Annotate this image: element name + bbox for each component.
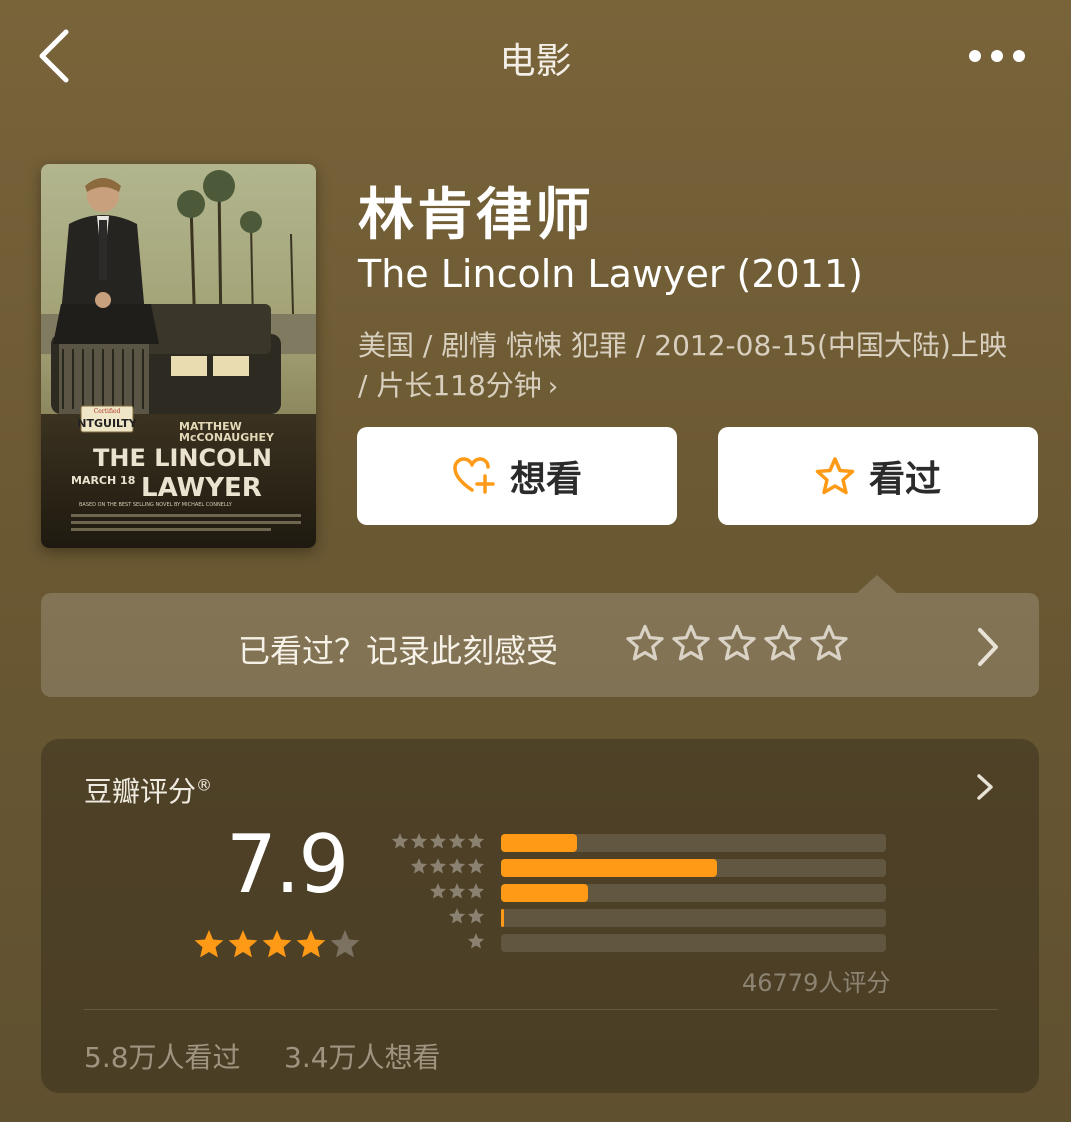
small-star-icon [429,858,447,874]
distribution-stars [391,832,485,850]
small-star-icon [410,833,428,849]
star-filled-icon [262,930,292,958]
want-to-watch-label: 想看 [509,459,582,500]
distribution-bar-track [501,909,886,927]
record-star-rating[interactable] [626,624,848,662]
record-chevron-icon[interactable] [972,622,1002,672]
distribution-row-5 [390,832,890,854]
star-filled-icon [296,930,326,958]
small-star-icon [448,833,466,849]
want-count[interactable]: 3.4万人想看 [284,1036,441,1076]
poster-title-line2: LAWYER [141,473,262,503]
watched-button[interactable]: 看过 [718,427,1038,525]
record-star-icon[interactable] [810,624,848,662]
rating-chevron-icon[interactable] [972,772,998,802]
distribution-row-2 [390,907,890,929]
poster-plate-top: Certified [94,408,121,415]
distribution-stars [429,882,485,900]
score-stars [193,928,361,960]
watched-label: 看过 [868,459,941,500]
distribution-row-1 [390,932,890,954]
divider [84,1009,998,1010]
rating-count: 46779人评分 [742,969,891,997]
small-star-icon [448,858,466,874]
star-filled-icon [194,930,224,958]
poster-plate: NTGUILTY [77,417,137,430]
distribution-stars [448,907,485,925]
distribution-row-3 [390,882,890,904]
want-to-watch-button[interactable]: 想看 [357,427,677,525]
poster-credits: BASED ON THE BEST SELLING NOVEL BY MICHA… [79,502,233,508]
poster-date: MARCH 18 [71,474,135,487]
seen-count[interactable]: 5.8万人看过 [84,1036,241,1076]
movie-poster[interactable]: Certified NTGUILTY MATTHEW McCONAUGHEY T… [41,164,316,548]
distribution-bar-track [501,834,886,852]
distribution-bar-fill [501,909,505,927]
poster-image: Certified NTGUILTY MATTHEW McCONAUGHEY T… [41,164,316,548]
heart-plus-icon [453,457,495,494]
movie-meta-text: 美国 / 剧情 惊悚 犯罪 / 2012-08-15(中国大陆)上映 / 片长1… [358,329,1007,402]
record-feeling-text: 已看过？记录此刻感受 [238,632,559,670]
movie-meta[interactable]: 美国 / 剧情 惊悚 犯罪 / 2012-08-15(中国大陆)上映 / 片长1… [358,326,1018,407]
distribution-stars [467,932,485,950]
small-star-icon [467,858,485,874]
record-star-icon[interactable] [764,624,802,662]
distribution-stars [410,857,485,875]
small-star-icon [391,833,409,849]
registered-mark: ® [196,775,213,795]
small-star-icon [467,933,485,949]
page-title: 电影 [499,41,572,82]
record-star-icon[interactable] [718,624,756,662]
more-icon[interactable] [967,44,1027,68]
small-star-icon [467,908,485,924]
distribution-bar-track [501,884,886,902]
distribution-bar-track [501,934,886,952]
distribution-bar-fill [501,884,588,902]
record-star-icon[interactable] [672,624,710,662]
movie-title-en: The Lincoln Lawyer (2011) [358,252,863,296]
distribution-bar-fill [501,834,578,852]
poster-actor-last: McCONAUGHEY [179,431,275,444]
small-star-icon [429,883,447,899]
record-star-icon[interactable] [626,624,664,662]
rating-score: 7.9 [226,818,349,911]
rating-title-text: 豆瓣评分 [84,775,197,808]
small-star-icon [448,908,466,924]
star-empty-icon [330,930,360,958]
small-star-icon [448,883,466,899]
distribution-row-4 [390,857,890,879]
movie-title-cn: 林肯律师 [358,183,594,248]
small-star-icon [467,833,485,849]
small-star-icon [410,858,428,874]
small-star-icon [429,833,447,849]
rating-card-title: 豆瓣评分® [84,770,212,810]
poster-title-line1: THE LINCOLN [93,444,272,472]
small-star-icon [467,883,485,899]
star-outline-icon [815,457,855,495]
record-bar-pointer [857,575,897,593]
star-filled-icon [228,930,258,958]
distribution-bar-track [501,859,886,877]
meta-chevron-icon: › [547,372,559,402]
distribution-bar-fill [501,859,718,877]
